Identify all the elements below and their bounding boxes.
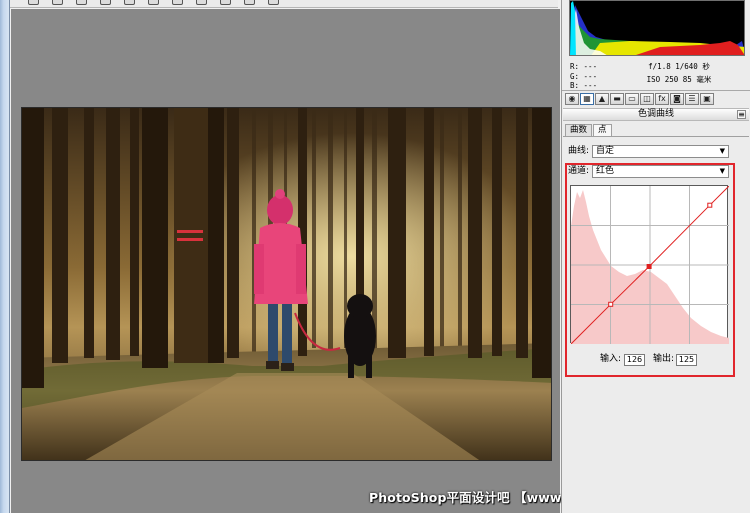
right-panel: R: --- G: --- B: --- f/1.8 1/640 秒 ISO 2…: [561, 0, 750, 513]
histogram: [569, 0, 745, 56]
dog-figure: [344, 294, 376, 378]
presets-icon[interactable]: ☰: [685, 93, 699, 105]
curve-point[interactable]: [608, 301, 614, 307]
fx-icon[interactable]: fx: [655, 93, 669, 105]
image-preview-area: PhotoShop平面设计吧 【www.linecg.com/tieba/178…: [11, 9, 736, 513]
white-balance-tool-icon[interactable]: [76, 0, 87, 5]
snapshots-icon[interactable]: ▣: [700, 93, 714, 105]
chevron-down-icon: ▼: [719, 167, 725, 175]
color-sampler-tool-icon[interactable]: [100, 0, 111, 5]
curve-subtabs: 曲数 点: [565, 124, 613, 136]
photo-preview: [21, 107, 552, 461]
curve-point[interactable]: [707, 202, 713, 208]
tab-parametric[interactable]: 曲数: [565, 124, 593, 136]
straighten-tool-icon[interactable]: [172, 0, 183, 5]
zoom-tool-icon[interactable]: [28, 0, 39, 5]
camera-calibration-icon[interactable]: ◙: [670, 93, 684, 105]
panel-divider: [562, 90, 750, 91]
hand-tool-icon[interactable]: [52, 0, 63, 5]
input-value-field[interactable]: 126: [624, 354, 645, 366]
green-readout: G: ---: [570, 71, 598, 81]
curve-point-selected[interactable]: [646, 264, 652, 269]
rotate-icon[interactable]: [268, 0, 279, 5]
targeted-adjustment-tool-icon[interactable]: [124, 0, 135, 5]
detail-icon[interactable]: ▲: [595, 93, 609, 105]
subtab-underline: [563, 136, 749, 137]
red-readout: R: ---: [570, 62, 598, 71]
iso-focal-readout: ISO 250 85 毫米: [646, 74, 712, 84]
panel-menu-icon[interactable]: ≡: [737, 110, 746, 119]
tool-bar: [10, 0, 558, 8]
channel-select[interactable]: 红色 ▼: [592, 165, 729, 178]
input-label: 输入:: [600, 354, 622, 364]
panel-tab-bar: ◉ ▦ ▲ ▬ ▭ ◫ fx ◙ ☰ ▣: [563, 93, 749, 107]
forest-photo: [22, 108, 551, 460]
pixel-info: R: --- G: --- B: --- f/1.8 1/640 秒 ISO 2…: [570, 60, 748, 90]
chevron-down-icon: ▼: [719, 147, 725, 155]
curve-tab-icon[interactable]: ▦: [580, 93, 594, 105]
aperture-shutter-readout: f/1.8 1/640 秒: [648, 62, 710, 71]
adjustment-brush-icon[interactable]: [244, 0, 255, 5]
tone-curve-section-title: 色调曲线 ≡: [563, 108, 749, 121]
curve-preset-value: 自定: [596, 146, 615, 156]
curve-canvas[interactable]: [570, 185, 730, 345]
curve-preset-select[interactable]: 自定 ▼: [592, 145, 729, 158]
crop-tool-icon[interactable]: [148, 0, 159, 5]
tab-point[interactable]: 点: [593, 124, 612, 136]
channel-label: 通道:: [568, 166, 590, 176]
aperture-icon[interactable]: ◉: [565, 93, 579, 105]
tone-curve-graph[interactable]: [570, 185, 730, 345]
hsl-icon[interactable]: ▬: [610, 93, 624, 105]
lens-icon[interactable]: ◫: [640, 93, 654, 105]
channel-value: 红色: [596, 166, 615, 176]
curve-label: 曲线:: [568, 146, 590, 156]
window-frame-left: [0, 0, 10, 513]
red-eye-tool-icon[interactable]: [220, 0, 231, 5]
output-value-field[interactable]: 125: [676, 354, 697, 366]
section-title-text: 色调曲线: [637, 109, 674, 119]
spot-removal-tool-icon[interactable]: [196, 0, 207, 5]
output-label: 输出:: [653, 354, 675, 364]
split-toning-icon[interactable]: ▭: [625, 93, 639, 105]
